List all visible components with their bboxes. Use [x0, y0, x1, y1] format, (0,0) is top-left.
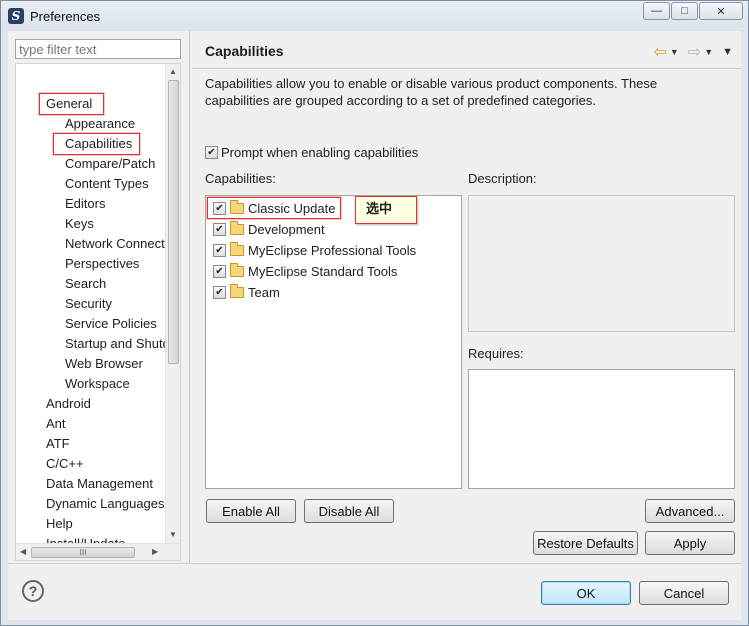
- tree-item[interactable]: Web Browser: [65, 354, 143, 374]
- forward-dropdown-icon[interactable]: ▼: [704, 47, 713, 57]
- back-dropdown-icon[interactable]: ▼: [670, 47, 679, 57]
- capability-item[interactable]: ✔ Development: [213, 219, 325, 239]
- capability-label: Development: [248, 221, 325, 237]
- tree-item[interactable]: Android: [46, 394, 91, 414]
- folder-icon: [230, 241, 244, 256]
- prompt-checkbox[interactable]: ✔: [205, 146, 218, 159]
- folder-icon: [230, 220, 244, 235]
- preference-tree: General Appearance Capabilities Compare/Pat…: [15, 63, 181, 561]
- prompt-checkbox-row[interactable]: ✔ Prompt when enabling capabilities: [205, 145, 418, 160]
- tree-item[interactable]: Startup and Shutd: [65, 334, 170, 354]
- maximize-button[interactable]: □: [671, 2, 698, 20]
- window-controls: — □ ✕: [642, 2, 743, 20]
- cancel-button[interactable]: Cancel: [639, 581, 729, 605]
- capability-checkbox[interactable]: ✔: [213, 285, 226, 299]
- tree-item[interactable]: C/C++: [46, 454, 84, 474]
- scroll-right-icon[interactable]: ▶: [152, 547, 158, 556]
- view-menu-icon[interactable]: ▼: [722, 46, 733, 58]
- scroll-left-icon[interactable]: ◀: [20, 547, 26, 556]
- folder-icon: [230, 262, 244, 277]
- tree-item[interactable]: Ant: [46, 414, 66, 434]
- minimize-icon: —: [651, 5, 662, 17]
- filter-input[interactable]: [15, 39, 181, 59]
- capability-checkbox[interactable]: ✔: [213, 222, 226, 236]
- tree-item[interactable]: Search: [65, 274, 106, 294]
- tree-item[interactable]: Workspace: [65, 374, 130, 394]
- capability-item[interactable]: ✔ Team: [213, 282, 280, 302]
- page-description: Capabilities allow you to enable or disa…: [205, 76, 658, 108]
- description-box: [468, 195, 735, 332]
- capability-checkbox[interactable]: ✔: [213, 264, 226, 278]
- capability-checkbox[interactable]: ✔: [213, 243, 226, 257]
- tree-item[interactable]: Editors: [65, 194, 105, 214]
- dialog-footer: ? OK Cancel: [8, 563, 741, 620]
- restore-defaults-button[interactable]: Restore Defaults: [533, 531, 638, 555]
- window-title: Preferences: [30, 9, 101, 24]
- tree-item[interactable]: Dynamic Languages: [46, 494, 165, 514]
- capabilities-page: Capabilities ⇦ ▼ ⇨ ▼ ▼ Capabilities allo…: [192, 31, 741, 563]
- capabilities-list: ✔ Classic Update ✔ Development ✔ MyEclipse Pr…: [205, 195, 462, 489]
- dialog-body: GeneralAppearanceCapabilitiesCompare/Pat…: [8, 31, 741, 563]
- capabilities-label: Capabilities:: [205, 171, 276, 186]
- tree-horizontal-scroll-thumb[interactable]: III: [31, 547, 135, 558]
- tree-item[interactable]: Content Types: [65, 174, 149, 194]
- advanced-button[interactable]: Advanced...: [645, 499, 735, 523]
- tree-item[interactable]: Help: [46, 514, 73, 534]
- tree-item[interactable]: Compare/Patch: [65, 154, 155, 174]
- minimize-button[interactable]: —: [643, 2, 670, 20]
- prompt-label: Prompt when enabling capabilities: [221, 145, 419, 160]
- tree-horizontal-scrollbar[interactable]: ◀ III ▶: [16, 543, 180, 560]
- left-pane: GeneralAppearanceCapabilitiesCompare/Pat…: [8, 31, 190, 563]
- page-title: Capabilities: [205, 43, 284, 59]
- help-icon[interactable]: ?: [22, 580, 44, 602]
- page-header: Capabilities ⇦ ▼ ⇨ ▼ ▼: [192, 31, 741, 69]
- close-icon: ✕: [716, 5, 726, 18]
- tree-item[interactable]: ATF: [46, 434, 70, 454]
- scroll-down-icon[interactable]: ▼: [169, 530, 177, 539]
- tree-vertical-scrollbar[interactable]: ▲ ▼: [165, 64, 180, 544]
- preferences-window: S Preferences — □ ✕ GeneralAppearanceCap…: [0, 0, 749, 626]
- enable-all-button[interactable]: Enable All: [206, 499, 296, 523]
- tree-item[interactable]: Keys: [65, 214, 94, 234]
- capabilities-highlight-box: [53, 133, 140, 155]
- ok-button[interactable]: OK: [541, 581, 631, 605]
- description-label: Description:: [468, 171, 537, 186]
- classic-update-highlight-box: [207, 197, 341, 219]
- tree-item[interactable]: Appearance: [65, 114, 135, 134]
- annotation-callout: 选中: [355, 196, 417, 224]
- apply-button[interactable]: Apply: [645, 531, 735, 555]
- tree-item[interactable]: Perspectives: [65, 254, 139, 274]
- tree-item[interactable]: Service Policies: [65, 314, 157, 334]
- maximize-icon: □: [681, 5, 688, 17]
- tree-item[interactable]: Security: [65, 294, 112, 314]
- capability-item[interactable]: ✔ MyEclipse Standard Tools: [213, 261, 397, 281]
- capability-label: MyEclipse Professional Tools: [248, 242, 417, 258]
- tree-item[interactable]: Data Management: [46, 474, 153, 494]
- scroll-up-icon[interactable]: ▲: [169, 67, 177, 76]
- app-icon: S: [8, 8, 24, 24]
- back-arrow-icon[interactable]: ⇦: [653, 42, 666, 62]
- page-navigation: ⇦ ▼ ⇨ ▼ ▼: [653, 42, 733, 62]
- forward-arrow-icon[interactable]: ⇨: [688, 42, 701, 62]
- capability-item[interactable]: ✔ MyEclipse Professional Tools: [213, 240, 416, 260]
- requires-label: Requires:: [468, 346, 524, 361]
- tree-item[interactable]: Network Connecti: [65, 234, 168, 254]
- capability-label: MyEclipse Standard Tools: [248, 263, 398, 279]
- close-button[interactable]: ✕: [699, 2, 743, 20]
- disable-all-button[interactable]: Disable All: [304, 499, 394, 523]
- title-bar: S Preferences — □ ✕: [1, 1, 748, 31]
- tree-vertical-scroll-thumb[interactable]: [168, 80, 179, 364]
- capability-label: Team: [248, 284, 280, 300]
- requires-box: [468, 369, 735, 489]
- folder-icon: [230, 283, 244, 298]
- general-highlight-box: [39, 93, 104, 115]
